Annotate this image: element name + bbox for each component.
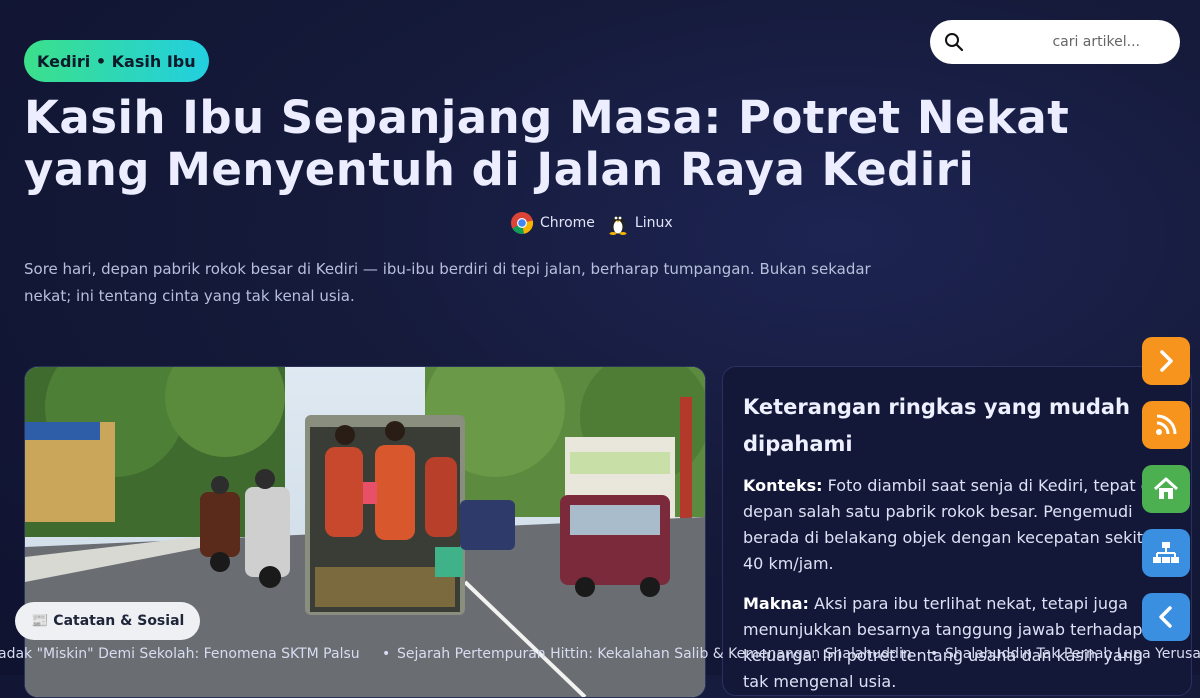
previous-button[interactable] — [1142, 593, 1190, 641]
chrome-icon — [511, 212, 534, 234]
summary-context-label: Konteks: — [743, 476, 823, 495]
ticker-item[interactable]: Shalahuddin Tak Pernah Lupa Yerusalem — [945, 646, 1200, 662]
article-lead: Sore hari, depan pabrik rokok besar di K… — [24, 260, 871, 305]
platform-label: Linux — [634, 215, 673, 231]
category-chip-label: 📰 Catatan & Sosial — [31, 613, 185, 629]
summary-context: Konteks: Foto diambil saat senja di Kedi… — [743, 473, 1171, 577]
sitemap-button[interactable] — [1142, 529, 1190, 577]
chevron-right-icon — [1160, 350, 1173, 372]
summary-heading: Keterangan ringkas yang mudah dipahami — [743, 395, 1130, 456]
article-title: Kasih Ibu Sepanjang Masa: Potret Nekat y… — [24, 91, 1070, 196]
sitemap-icon — [1153, 542, 1179, 563]
search-box[interactable]: cari artikel... — [930, 20, 1180, 64]
summary-meaning: Makna: Aksi para ibu terlihat nekat, tet… — [743, 591, 1171, 695]
platform-label: Chrome — [540, 215, 595, 231]
ticker-separator: • — [930, 646, 939, 662]
category-tag[interactable]: Kediri • Kasih Ibu — [24, 40, 209, 82]
search-icon — [945, 33, 964, 52]
summary-meaning-label: Makna: — [743, 594, 809, 613]
platform-chrome: Chrome — [510, 211, 595, 235]
platform-linux: Linux — [607, 211, 673, 235]
ticker-separator: • — [382, 646, 391, 662]
rss-button[interactable] — [1142, 401, 1190, 449]
category-tag-label: Kediri • Kasih Ibu — [37, 51, 196, 71]
news-ticker: adak "Miskin" Demi Sekolah: Fenomena SKT… — [0, 646, 1200, 664]
rss-icon — [1156, 414, 1177, 435]
search-input[interactable]: cari artikel... — [1052, 34, 1140, 50]
ticker-item[interactable]: Sejarah Pertempuran Hittin: Kekalahan Sa… — [397, 646, 912, 662]
chevron-left-icon — [1159, 606, 1172, 628]
category-chip[interactable]: 📰 Catatan & Sosial — [15, 602, 201, 640]
linux-tux-icon — [609, 216, 627, 235]
platform-list: Chrome Linux — [510, 211, 685, 235]
next-button[interactable] — [1142, 337, 1190, 385]
home-button[interactable] — [1142, 465, 1190, 513]
ticker-item[interactable]: adak "Miskin" Demi Sekolah: Fenomena SKT… — [0, 646, 360, 662]
home-icon — [1153, 477, 1179, 499]
